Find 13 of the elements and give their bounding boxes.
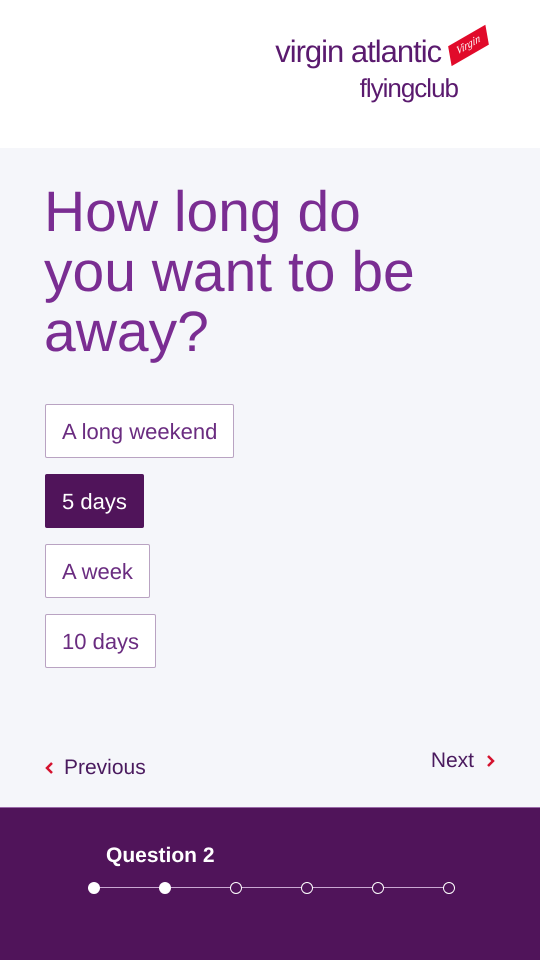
- answer-option[interactable]: 10 days: [45, 614, 156, 668]
- club-name: flyingclub: [360, 75, 458, 101]
- next-button[interactable]: Next: [430, 745, 496, 776]
- answer-option[interactable]: A long weekend: [45, 404, 234, 458]
- question-counter: Question 2: [106, 843, 215, 869]
- brand-name: virgin atlantic: [275, 36, 442, 67]
- brand-tag: Virgin: [448, 24, 489, 66]
- previous-button[interactable]: Previous: [44, 752, 146, 784]
- answer-option[interactable]: 5 days: [45, 474, 144, 528]
- chevron-right-icon: [486, 754, 496, 768]
- chevron-left-icon: [44, 760, 54, 775]
- answer-option[interactable]: A week: [45, 544, 150, 598]
- question-heading: How long do you want to be away?: [44, 182, 416, 362]
